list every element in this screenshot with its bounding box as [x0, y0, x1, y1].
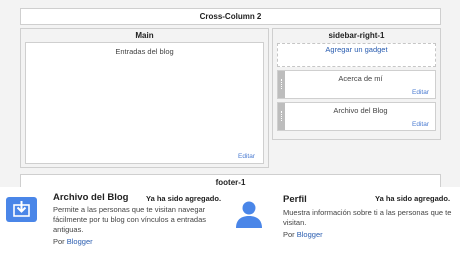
- cross-column-section[interactable]: Cross-Column 2: [20, 8, 441, 25]
- gadget-status-blog-archive: Ya ha sido agregado.: [146, 194, 222, 203]
- main-section-title: Main: [135, 31, 154, 40]
- gadget-about-me-edit-link[interactable]: Editar: [412, 89, 429, 96]
- author-link[interactable]: Blogger: [297, 230, 323, 239]
- gadget-title-profile[interactable]: Perfil: [283, 194, 307, 205]
- main-section: Main Entradas del blog Editar: [20, 28, 269, 168]
- gadget-author-profile: Por Blogger: [283, 230, 323, 239]
- gadget-description-blog-archive: Permite a las personas que te visitan na…: [53, 205, 207, 234]
- author-prefix: Por: [53, 237, 65, 246]
- archive-download-icon: [6, 197, 37, 222]
- gadget-about-me-label: Acerca de mí: [338, 74, 383, 83]
- author-link[interactable]: Blogger: [67, 237, 93, 246]
- gadget-blog-archive[interactable]: Archivo del Blog Editar: [277, 102, 436, 131]
- person-icon: [233, 198, 265, 228]
- blog-posts-label: Entradas del blog: [115, 47, 174, 56]
- blog-posts-edit-link[interactable]: Editar: [238, 153, 255, 160]
- add-gadget-button[interactable]: Agregar un gadget: [277, 43, 436, 67]
- gadget-description-profile: Muestra información sobre ti a las perso…: [283, 208, 452, 227]
- gadget-blog-archive-label: Archivo del Blog: [333, 106, 388, 115]
- blog-posts-gadget: Entradas del blog Editar: [25, 42, 264, 164]
- gadget-title-blog-archive[interactable]: Archivo del Blog: [53, 192, 128, 203]
- drag-handle-icon[interactable]: [278, 103, 285, 130]
- sidebar-section: sidebar-right-1 Agregar un gadget Acerca…: [272, 28, 441, 140]
- author-prefix: Por: [283, 230, 295, 239]
- sidebar-section-title: sidebar-right-1: [328, 31, 385, 40]
- gadget-status-profile: Ya ha sido agregado.: [375, 194, 451, 203]
- gadget-blog-archive-edit-link[interactable]: Editar: [412, 121, 429, 128]
- gadget-about-me[interactable]: Acerca de mí Editar: [277, 70, 436, 99]
- drag-handle-icon[interactable]: [278, 71, 285, 98]
- gadget-author-blog-archive: Por Blogger: [53, 237, 93, 246]
